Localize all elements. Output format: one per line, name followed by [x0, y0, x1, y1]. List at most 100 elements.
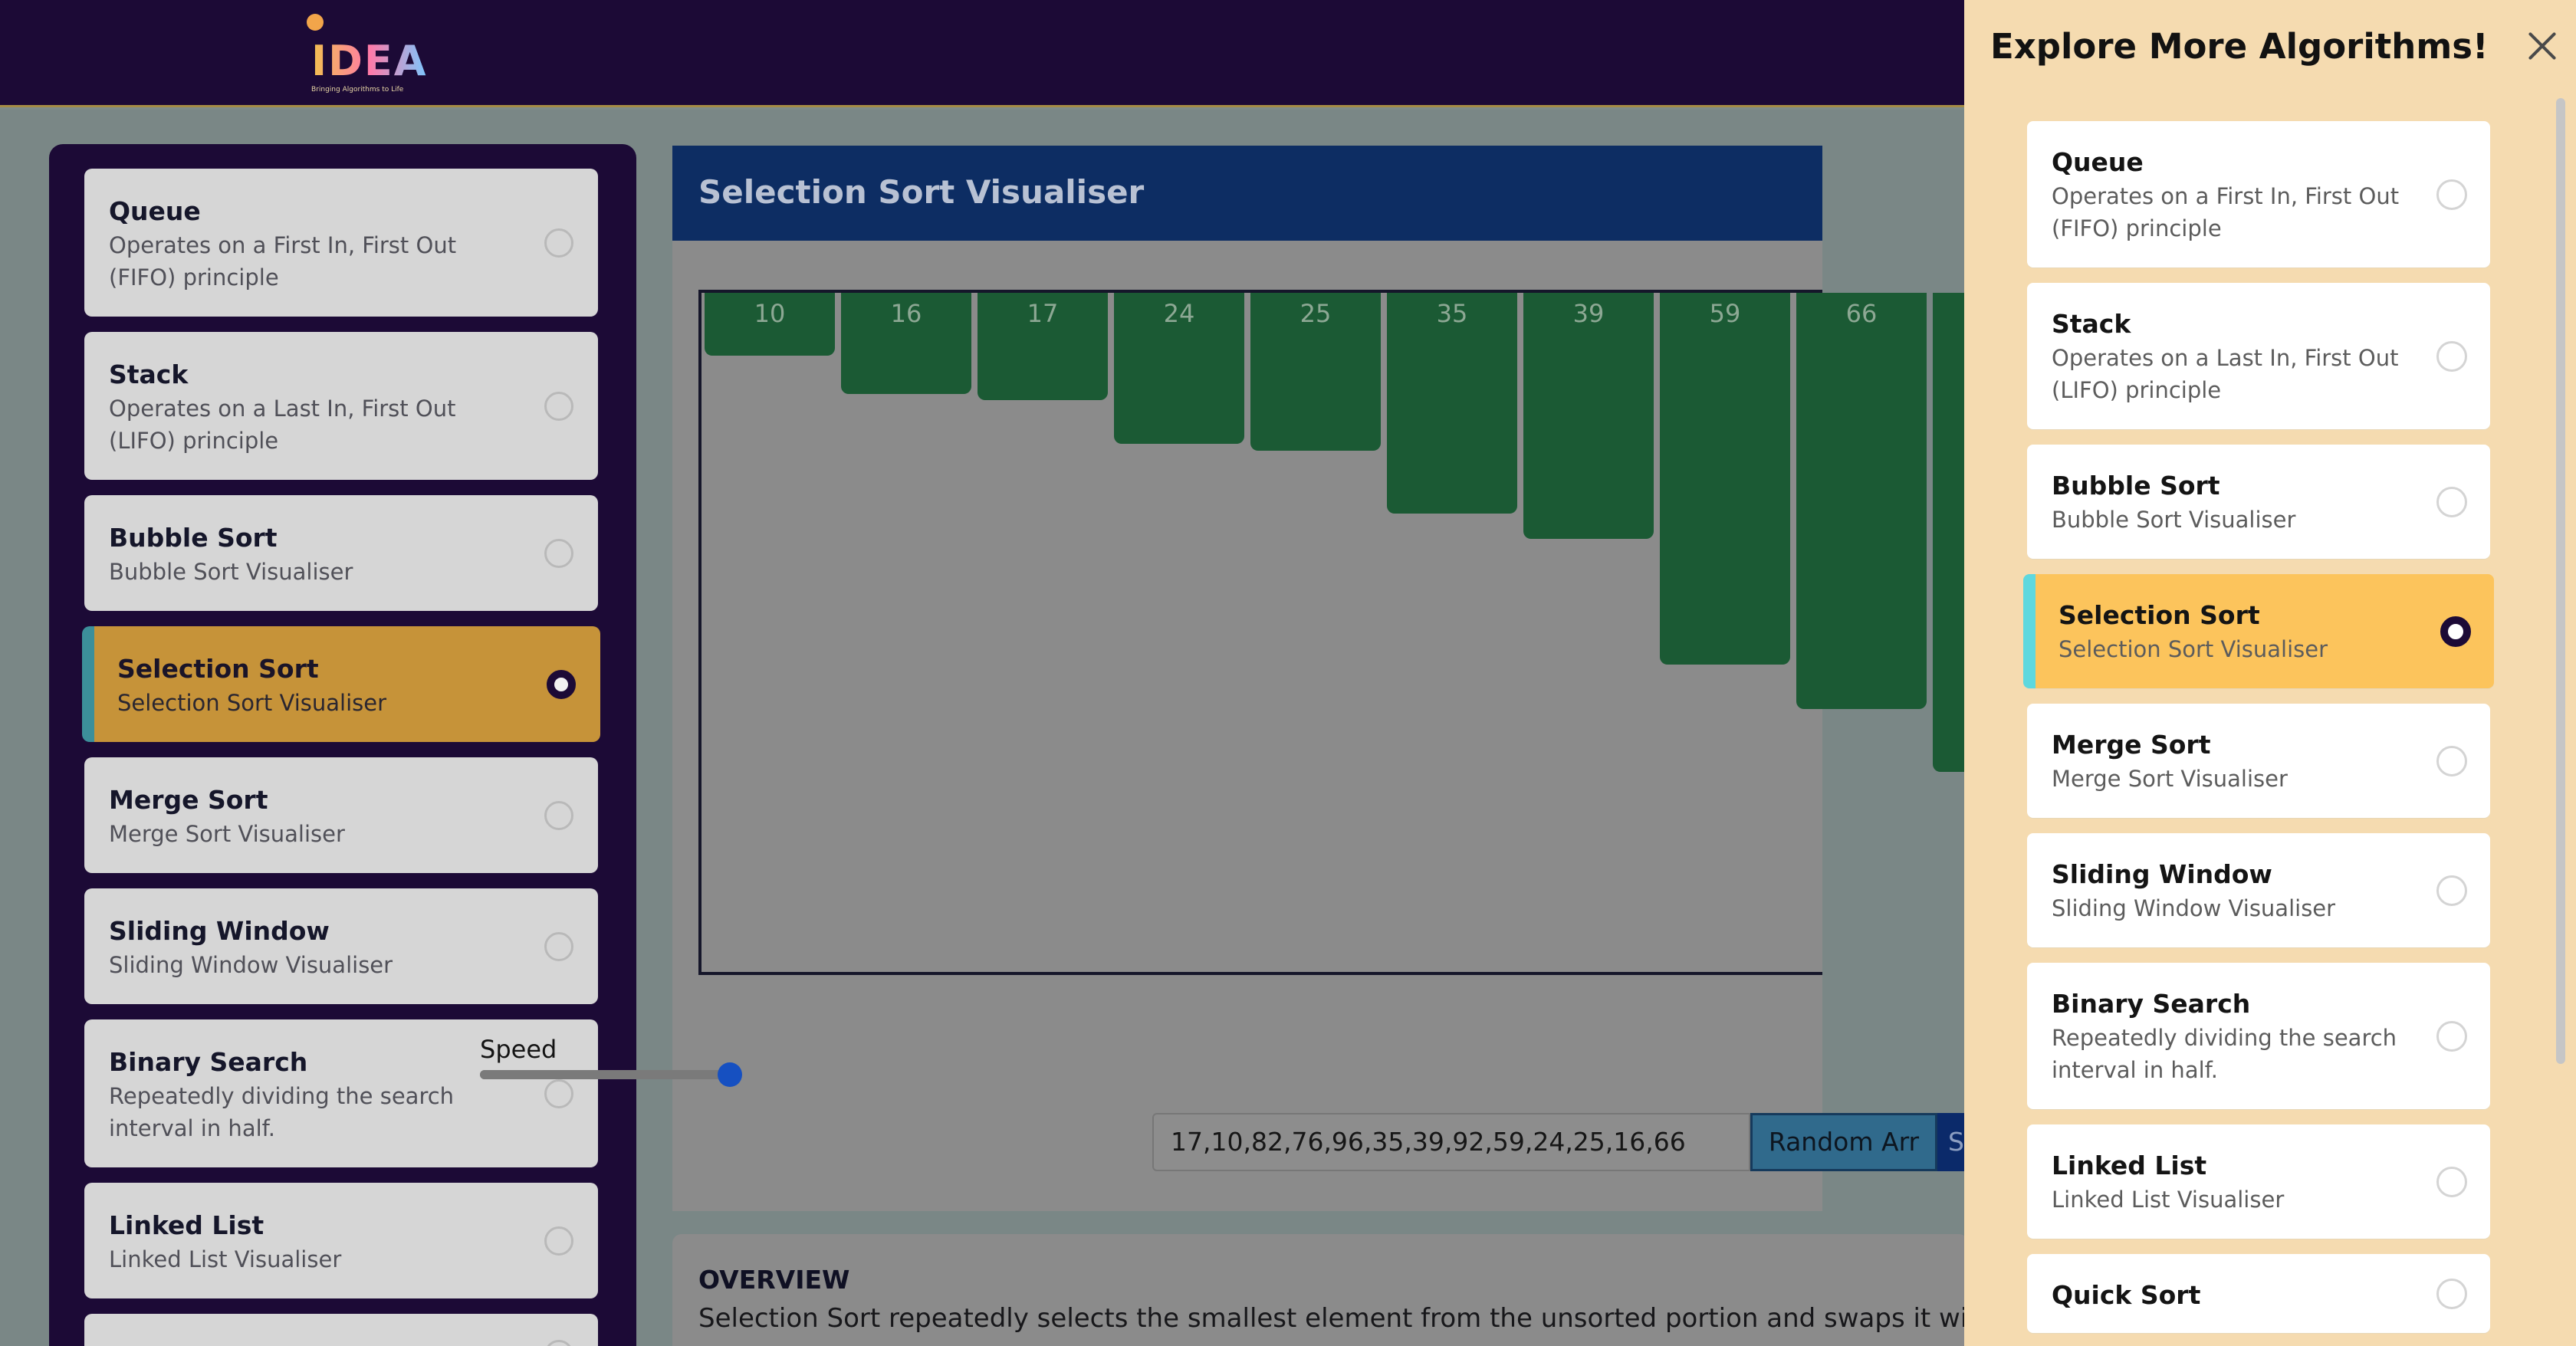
algorithm-description: Selection Sort Visualiser — [2058, 636, 2328, 662]
radio-icon[interactable] — [2436, 875, 2467, 906]
algorithm-description: Operates on a Last In, First Out (LIFO) … — [2052, 345, 2399, 403]
algorithm-description: Selection Sort Visualiser — [117, 690, 387, 716]
close-icon[interactable] — [2524, 28, 2561, 64]
algorithm-title: Stack — [109, 359, 189, 389]
algorithm-card[interactable]: Selection Sort Selection Sort Visualiser — [2023, 574, 2494, 688]
radio-selected-icon[interactable] — [2440, 616, 2471, 647]
algorithm-description: Sliding Window Visualiser — [109, 952, 393, 978]
array-bar: 59 — [1660, 293, 1790, 665]
visualiser-body: 10 16 17 24 25 35 39 59 66 — [672, 241, 2063, 1211]
algorithm-card[interactable]: Stack Operates on a Last In, First Out (L… — [84, 332, 598, 480]
algorithm-card[interactable]: Stack Operates on a Last In, First Out (L… — [2027, 283, 2490, 429]
algorithm-description: Repeatedly dividing the search interval … — [109, 1083, 455, 1141]
random-array-button[interactable]: Random Arr — [1750, 1113, 1937, 1171]
algorithm-card[interactable]: Quick Sort — [2027, 1254, 2490, 1333]
algorithm-title: Selection Sort — [117, 654, 319, 684]
radio-icon[interactable] — [544, 1226, 573, 1256]
radio-icon[interactable] — [2436, 1278, 2467, 1309]
bar-value-label: 10 — [754, 299, 786, 328]
algorithm-title: Bubble Sort — [2052, 471, 2220, 501]
algorithm-card[interactable]: Bubble Sort Bubble Sort Visualiser — [2027, 445, 2490, 559]
algorithm-card[interactable]: Linked List Linked List Visualiser — [2027, 1124, 2490, 1239]
logo-wordmark: IDEA — [311, 37, 428, 85]
array-bar: 24 — [1114, 293, 1244, 444]
radio-icon[interactable] — [544, 800, 573, 830]
radio-icon[interactable] — [2436, 486, 2467, 517]
radio-icon[interactable] — [544, 538, 573, 568]
radio-icon[interactable] — [2436, 1166, 2467, 1197]
algorithm-title: Stack — [2052, 309, 2131, 339]
visualiser-panel: Selection Sort Visualiser 10 16 17 24 25 35 39… — [672, 146, 2063, 1211]
array-bar: 10 — [705, 293, 835, 356]
visualiser-title: Selection Sort Visualiser — [698, 173, 1145, 211]
algorithm-title: Selection Sort — [2058, 600, 2260, 630]
algorithm-description: Merge Sort Visualiser — [109, 821, 345, 847]
algorithm-title: Bubble Sort — [109, 523, 278, 553]
radio-icon[interactable] — [544, 391, 573, 421]
array-bar: 35 — [1387, 293, 1517, 514]
sort-button[interactable]: S — [1937, 1113, 1968, 1171]
algorithm-description: Operates on a First In, First Out (FIFO)… — [2052, 183, 2400, 241]
idea-logo[interactable]: IDEA Bringing Algorithms to Life — [304, 14, 426, 95]
bar-chart: 10 16 17 24 25 35 39 59 66 — [698, 290, 2063, 975]
array-bar: 66 — [1796, 293, 1927, 709]
algorithm-title: Queue — [109, 196, 201, 226]
algorithm-card[interactable]: Queue Operates on a First In, First Out (… — [2027, 121, 2490, 268]
radio-icon[interactable] — [544, 931, 573, 961]
explore-drawer: Explore More Algorithms! Queue Operates o… — [1964, 0, 2576, 1346]
radio-icon[interactable] — [544, 1078, 573, 1108]
algorithm-card[interactable]: Queue Operates on a First In, First Out (… — [84, 169, 598, 317]
radio-icon[interactable] — [2436, 179, 2467, 210]
algorithm-title: Linked List — [109, 1210, 264, 1240]
algorithm-card[interactable]: Binary Search Repeatedly dividing the sea… — [2027, 963, 2490, 1109]
drawer-scrollbar[interactable] — [2556, 98, 2565, 1064]
algorithm-card[interactable]: Linked List Linked List Visualiser — [84, 1183, 598, 1298]
radio-icon[interactable] — [2436, 1020, 2467, 1052]
algorithm-card[interactable]: Selection Sort Selection Sort Visualiser — [82, 626, 600, 742]
algorithm-card[interactable]: Merge Sort Merge Sort Visualiser — [84, 757, 598, 873]
bar-value-label: 24 — [1163, 299, 1195, 328]
algorithm-description: Operates on a First In, First Out (FIFO)… — [109, 232, 457, 291]
speed-slider[interactable] — [480, 1062, 742, 1087]
bar-value-label: 17 — [1027, 299, 1059, 328]
lightbulb-icon — [307, 14, 324, 31]
drawer-title: Explore More Algorithms! — [1990, 26, 2489, 67]
array-bar: 17 — [978, 293, 1108, 400]
algorithm-title: Quick Sort — [109, 1341, 575, 1346]
algorithm-card[interactable]: Bubble Sort Bubble Sort Visualiser — [84, 495, 598, 611]
algorithm-description: Operates on a Last In, First Out (LIFO) … — [109, 396, 456, 454]
algorithm-card[interactable]: Sliding Window Sliding Window Visualiser — [84, 888, 598, 1004]
algorithm-title: Sliding Window — [2052, 859, 2272, 889]
bar-value-label: 16 — [890, 299, 922, 328]
algorithm-description: Bubble Sort Visualiser — [2052, 507, 2296, 533]
logo-tagline: Bringing Algorithms to Life — [311, 86, 404, 94]
overview-section: OVERVIEW Selection Sort repeatedly selec… — [672, 1234, 2063, 1346]
algorithm-card[interactable]: Merge Sort Merge Sort Visualiser — [2027, 704, 2490, 818]
bar-value-label: 59 — [1709, 299, 1741, 328]
array-bar: 16 — [841, 293, 971, 394]
bar-value-label: 66 — [1845, 299, 1878, 328]
array-input[interactable]: 17,10,82,76,96,35,39,92,59,24,25,16,66 — [1152, 1113, 1750, 1171]
algorithm-description: Linked List Visualiser — [2052, 1187, 2285, 1213]
radio-icon[interactable] — [544, 228, 573, 258]
algorithm-title: Quick Sort — [2052, 1280, 2201, 1310]
algorithm-card[interactable]: Quick Sort — [84, 1314, 598, 1346]
algorithm-description: Merge Sort Visualiser — [2052, 766, 2288, 792]
algorithm-sidebar: Queue Operates on a First In, First Out (… — [49, 144, 636, 1346]
radio-selected-icon[interactable] — [547, 669, 576, 699]
bar-value-label: 25 — [1300, 299, 1332, 328]
algorithm-title: Queue — [2052, 147, 2144, 177]
radio-icon[interactable] — [2436, 745, 2467, 776]
speed-slider-track — [480, 1070, 721, 1079]
algorithm-title: Sliding Window — [109, 916, 330, 946]
bar-value-label: 35 — [1436, 299, 1468, 328]
algorithm-description: Sliding Window Visualiser — [2052, 895, 2336, 921]
overview-heading: OVERVIEW — [698, 1265, 850, 1295]
algorithm-title: Merge Sort — [2052, 730, 2211, 760]
algorithm-title: Merge Sort — [109, 785, 268, 815]
algorithm-card[interactable]: Sliding Window Sliding Window Visualiser — [2027, 833, 2490, 947]
speed-slider-handle[interactable] — [718, 1062, 742, 1087]
radio-icon[interactable] — [2436, 340, 2467, 372]
bar-value-label: 39 — [1572, 299, 1605, 328]
array-bar: 25 — [1250, 293, 1381, 451]
